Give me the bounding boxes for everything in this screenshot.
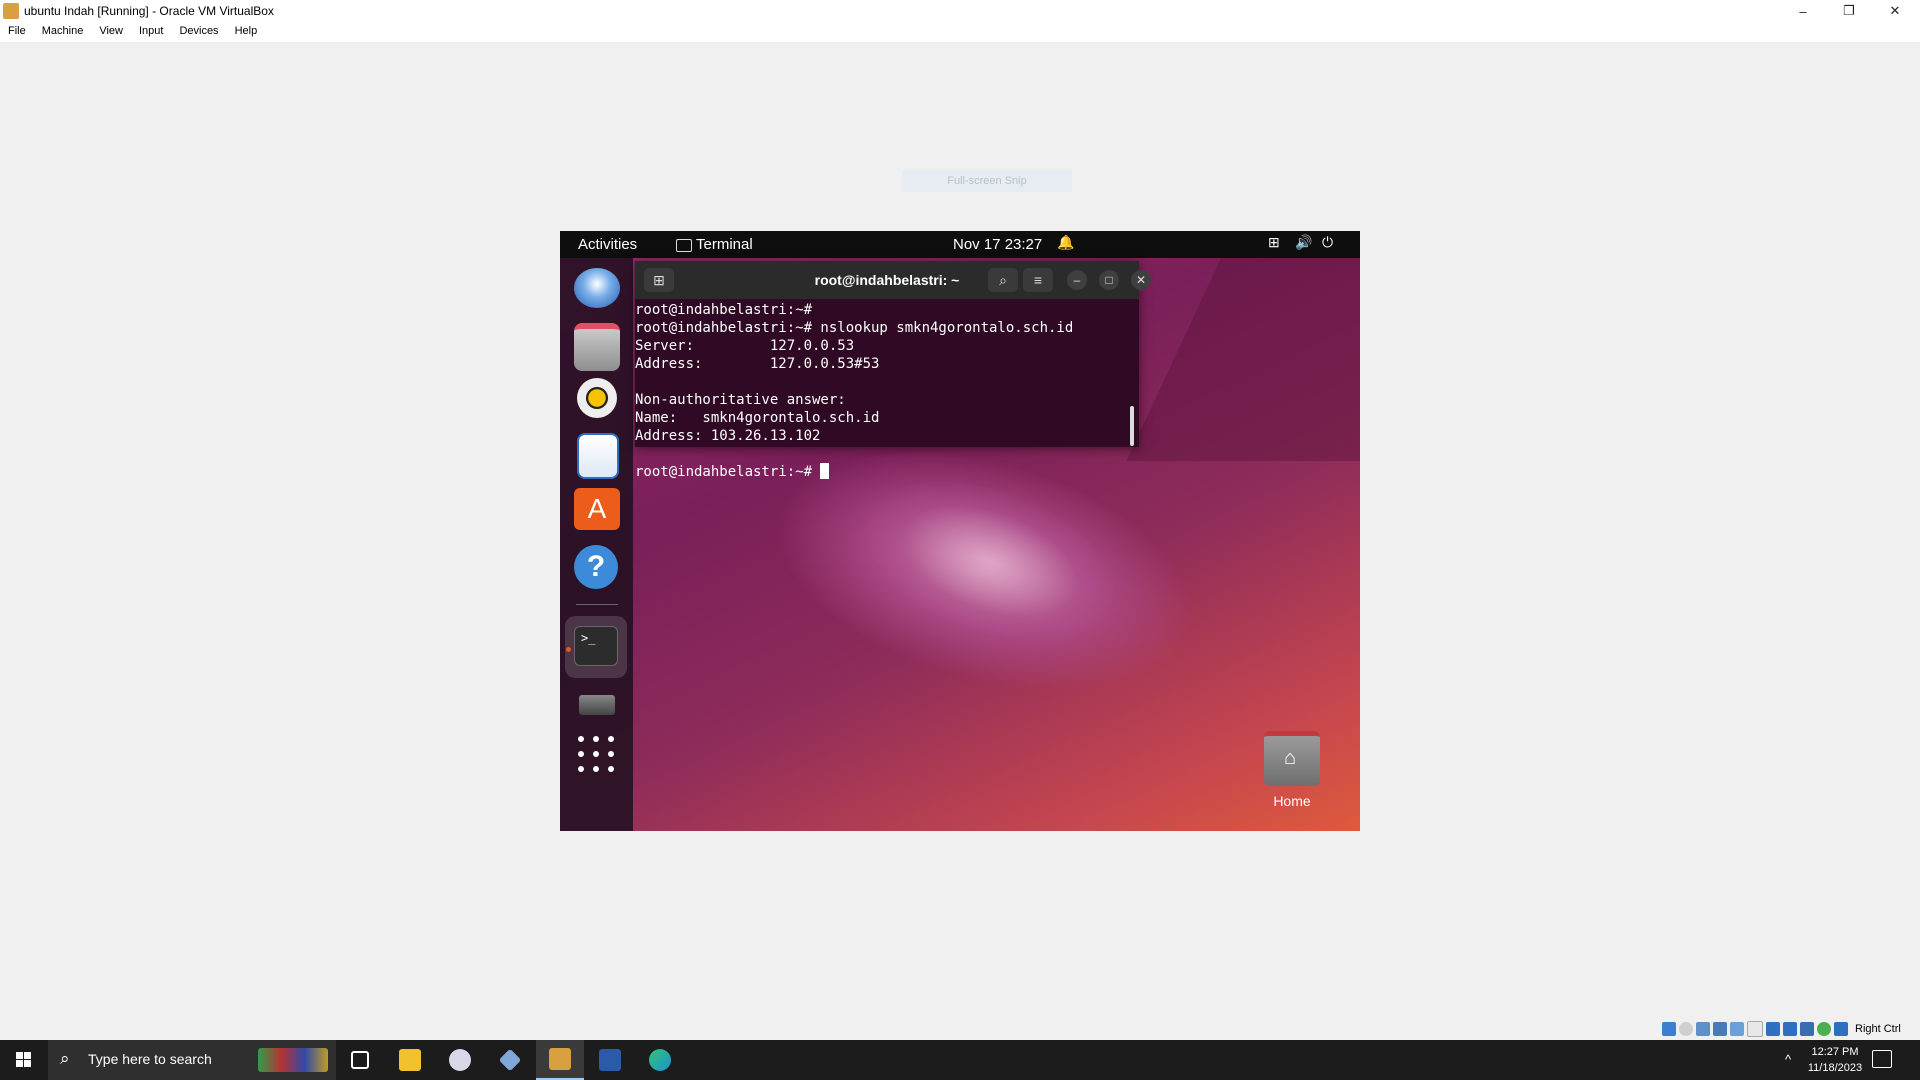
menu-machine[interactable]: Machine bbox=[34, 22, 92, 42]
search-placeholder: Type here to search bbox=[88, 1051, 212, 1067]
virtualbox-app-icon bbox=[3, 3, 19, 19]
virtualbox-status-bar: Right Ctrl bbox=[1662, 1020, 1901, 1038]
word-icon[interactable] bbox=[586, 1040, 634, 1080]
edge-icon[interactable] bbox=[636, 1040, 684, 1080]
terminal-line: Non-authoritative answer: bbox=[635, 392, 846, 408]
window-title: ubuntu Indah [Running] - Oracle VM Virtu… bbox=[24, 4, 274, 18]
shared-folders-icon[interactable] bbox=[1747, 1021, 1763, 1037]
recording-icon[interactable] bbox=[1783, 1022, 1797, 1036]
app-grid-icon[interactable] bbox=[578, 736, 614, 772]
terminal-minimize-icon[interactable]: – bbox=[1067, 270, 1087, 290]
usb-icon[interactable] bbox=[1730, 1022, 1744, 1036]
optical-drive-icon[interactable] bbox=[1679, 1022, 1693, 1036]
terminal-close-icon[interactable]: ✕ bbox=[1131, 270, 1151, 290]
close-button[interactable]: ✕ bbox=[1872, 0, 1918, 22]
taskbar-search-box[interactable]: ⌕ Type here to search bbox=[48, 1040, 336, 1080]
terminal-header-bar: ⊞ root@indahbelastri: ~ ⌕ ≡ – □ ✕ bbox=[635, 261, 1151, 299]
terminal-output[interactable]: root@indahbelastri:~# root@indahbelastri… bbox=[635, 299, 1139, 480]
terminal-line: Address: 103.26.13.102 bbox=[635, 428, 821, 444]
virtualbox-vm-taskbar-icon[interactable] bbox=[536, 1040, 584, 1080]
terminal-line: Name: smkn4gorontalo.sch.id bbox=[635, 410, 880, 426]
dock-separator bbox=[576, 604, 618, 605]
activities-button[interactable]: Activities bbox=[578, 236, 637, 253]
terminal-line: root@indahbelastri:~# bbox=[635, 302, 813, 318]
menu-devices[interactable]: Devices bbox=[171, 22, 226, 42]
host-key-label: Right Ctrl bbox=[1855, 1023, 1901, 1035]
display-icon[interactable] bbox=[1766, 1022, 1780, 1036]
thunderbird-taskbar-icon[interactable] bbox=[436, 1040, 484, 1080]
menu-view[interactable]: View bbox=[91, 22, 131, 42]
mouse-integration-icon[interactable] bbox=[1817, 1022, 1831, 1036]
terminal-cursor bbox=[820, 463, 830, 479]
clock[interactable]: Nov 17 23:27 bbox=[953, 236, 1042, 253]
search-highlight-art bbox=[258, 1048, 328, 1072]
vm-display[interactable]: Activities Terminal Nov 17 23:27 🔔 ⊞ 🔊 ⏻… bbox=[560, 231, 1360, 831]
windows-start-icon[interactable] bbox=[0, 1040, 48, 1080]
volume-icon[interactable]: 🔊 bbox=[1295, 234, 1312, 251]
notification-center-icon[interactable] bbox=[1872, 1050, 1892, 1068]
terminal-line: Address: 127.0.0.53#53 bbox=[635, 356, 880, 372]
app-menu-terminal[interactable]: Terminal bbox=[696, 236, 753, 253]
help-icon[interactable]: ? bbox=[574, 545, 618, 589]
terminal-icon[interactable]: >_ bbox=[574, 626, 618, 666]
network-adapter-icon[interactable] bbox=[1713, 1022, 1727, 1036]
app-store-icon[interactable]: A bbox=[574, 488, 620, 530]
ubuntu-dock: A ? >_ bbox=[560, 258, 633, 831]
menu-input[interactable]: Input bbox=[131, 22, 171, 42]
running-indicator bbox=[566, 647, 571, 652]
restore-button[interactable]: ❐ bbox=[1826, 0, 1872, 22]
writer-icon[interactable] bbox=[577, 433, 619, 479]
menu-help[interactable]: Help bbox=[227, 22, 266, 42]
terminal-maximize-icon[interactable]: □ bbox=[1099, 270, 1119, 290]
hamburger-menu-icon[interactable]: ≡ bbox=[1023, 268, 1053, 292]
taskbar-clock[interactable]: 12:27 PM 11/18/2023 bbox=[1805, 1044, 1865, 1076]
taskbar-time: 12:27 PM bbox=[1811, 1046, 1859, 1058]
terminal-prompt: root@indahbelastri:~# bbox=[635, 464, 821, 480]
taskbar-date: 11/18/2023 bbox=[1807, 1062, 1863, 1074]
menu-file[interactable]: File bbox=[0, 22, 34, 42]
search-icon: ⌕ bbox=[60, 1049, 70, 1068]
terminal-scrollbar[interactable] bbox=[1130, 406, 1134, 446]
network-icon[interactable]: ⊞ bbox=[1268, 234, 1280, 251]
notification-bell-icon[interactable]: 🔔 bbox=[1057, 234, 1074, 251]
files-icon[interactable] bbox=[574, 323, 620, 371]
host-key-arrow-icon[interactable] bbox=[1834, 1022, 1848, 1036]
terminal-line: Server: 127.0.0.53 bbox=[635, 338, 855, 354]
terminal-window[interactable]: ⊞ root@indahbelastri: ~ ⌕ ≡ – □ ✕ root@i… bbox=[635, 261, 1151, 480]
task-view-icon[interactable] bbox=[336, 1040, 384, 1080]
cpu-icon[interactable] bbox=[1800, 1022, 1814, 1036]
minimize-button[interactable]: – bbox=[1780, 0, 1826, 22]
rhythmbox-icon[interactable] bbox=[577, 378, 617, 418]
tray-chevron-icon[interactable]: ^ bbox=[1773, 1040, 1803, 1080]
home-label: Home bbox=[1273, 793, 1311, 809]
terminal-line: root@indahbelastri:~# nslookup smkn4goro… bbox=[635, 320, 1074, 336]
virtualbox-menu-bar: File Machine View Input Devices Help bbox=[0, 22, 1920, 42]
hard-disk-icon[interactable] bbox=[1662, 1022, 1676, 1036]
house-icon: ⌂ bbox=[1284, 747, 1297, 769]
drive-icon[interactable] bbox=[579, 695, 615, 715]
windows-taskbar: ⌕ Type here to search ^ 12:27 PM 11/18/2… bbox=[0, 1040, 1920, 1080]
audio-icon[interactable] bbox=[1696, 1022, 1710, 1036]
file-explorer-icon[interactable] bbox=[386, 1040, 434, 1080]
ubuntu-top-bar: Activities Terminal Nov 17 23:27 🔔 ⊞ 🔊 ⏻ bbox=[560, 231, 1360, 258]
fullscreen-snip-tip: Full-screen Snip bbox=[902, 170, 1072, 192]
thunderbird-icon[interactable] bbox=[574, 268, 620, 308]
terminal-small-icon bbox=[676, 239, 692, 252]
terminal-prompt-line[interactable]: root@indahbelastri:~# bbox=[635, 463, 1139, 481]
power-icon[interactable]: ⏻ bbox=[1322, 234, 1333, 251]
virtualbox-manager-icon[interactable] bbox=[486, 1040, 534, 1080]
virtualbox-title-bar: ubuntu Indah [Running] - Oracle VM Virtu… bbox=[0, 0, 1920, 22]
terminal-title: root@indahbelastri: ~ bbox=[814, 272, 960, 288]
search-icon[interactable]: ⌕ bbox=[988, 268, 1018, 292]
